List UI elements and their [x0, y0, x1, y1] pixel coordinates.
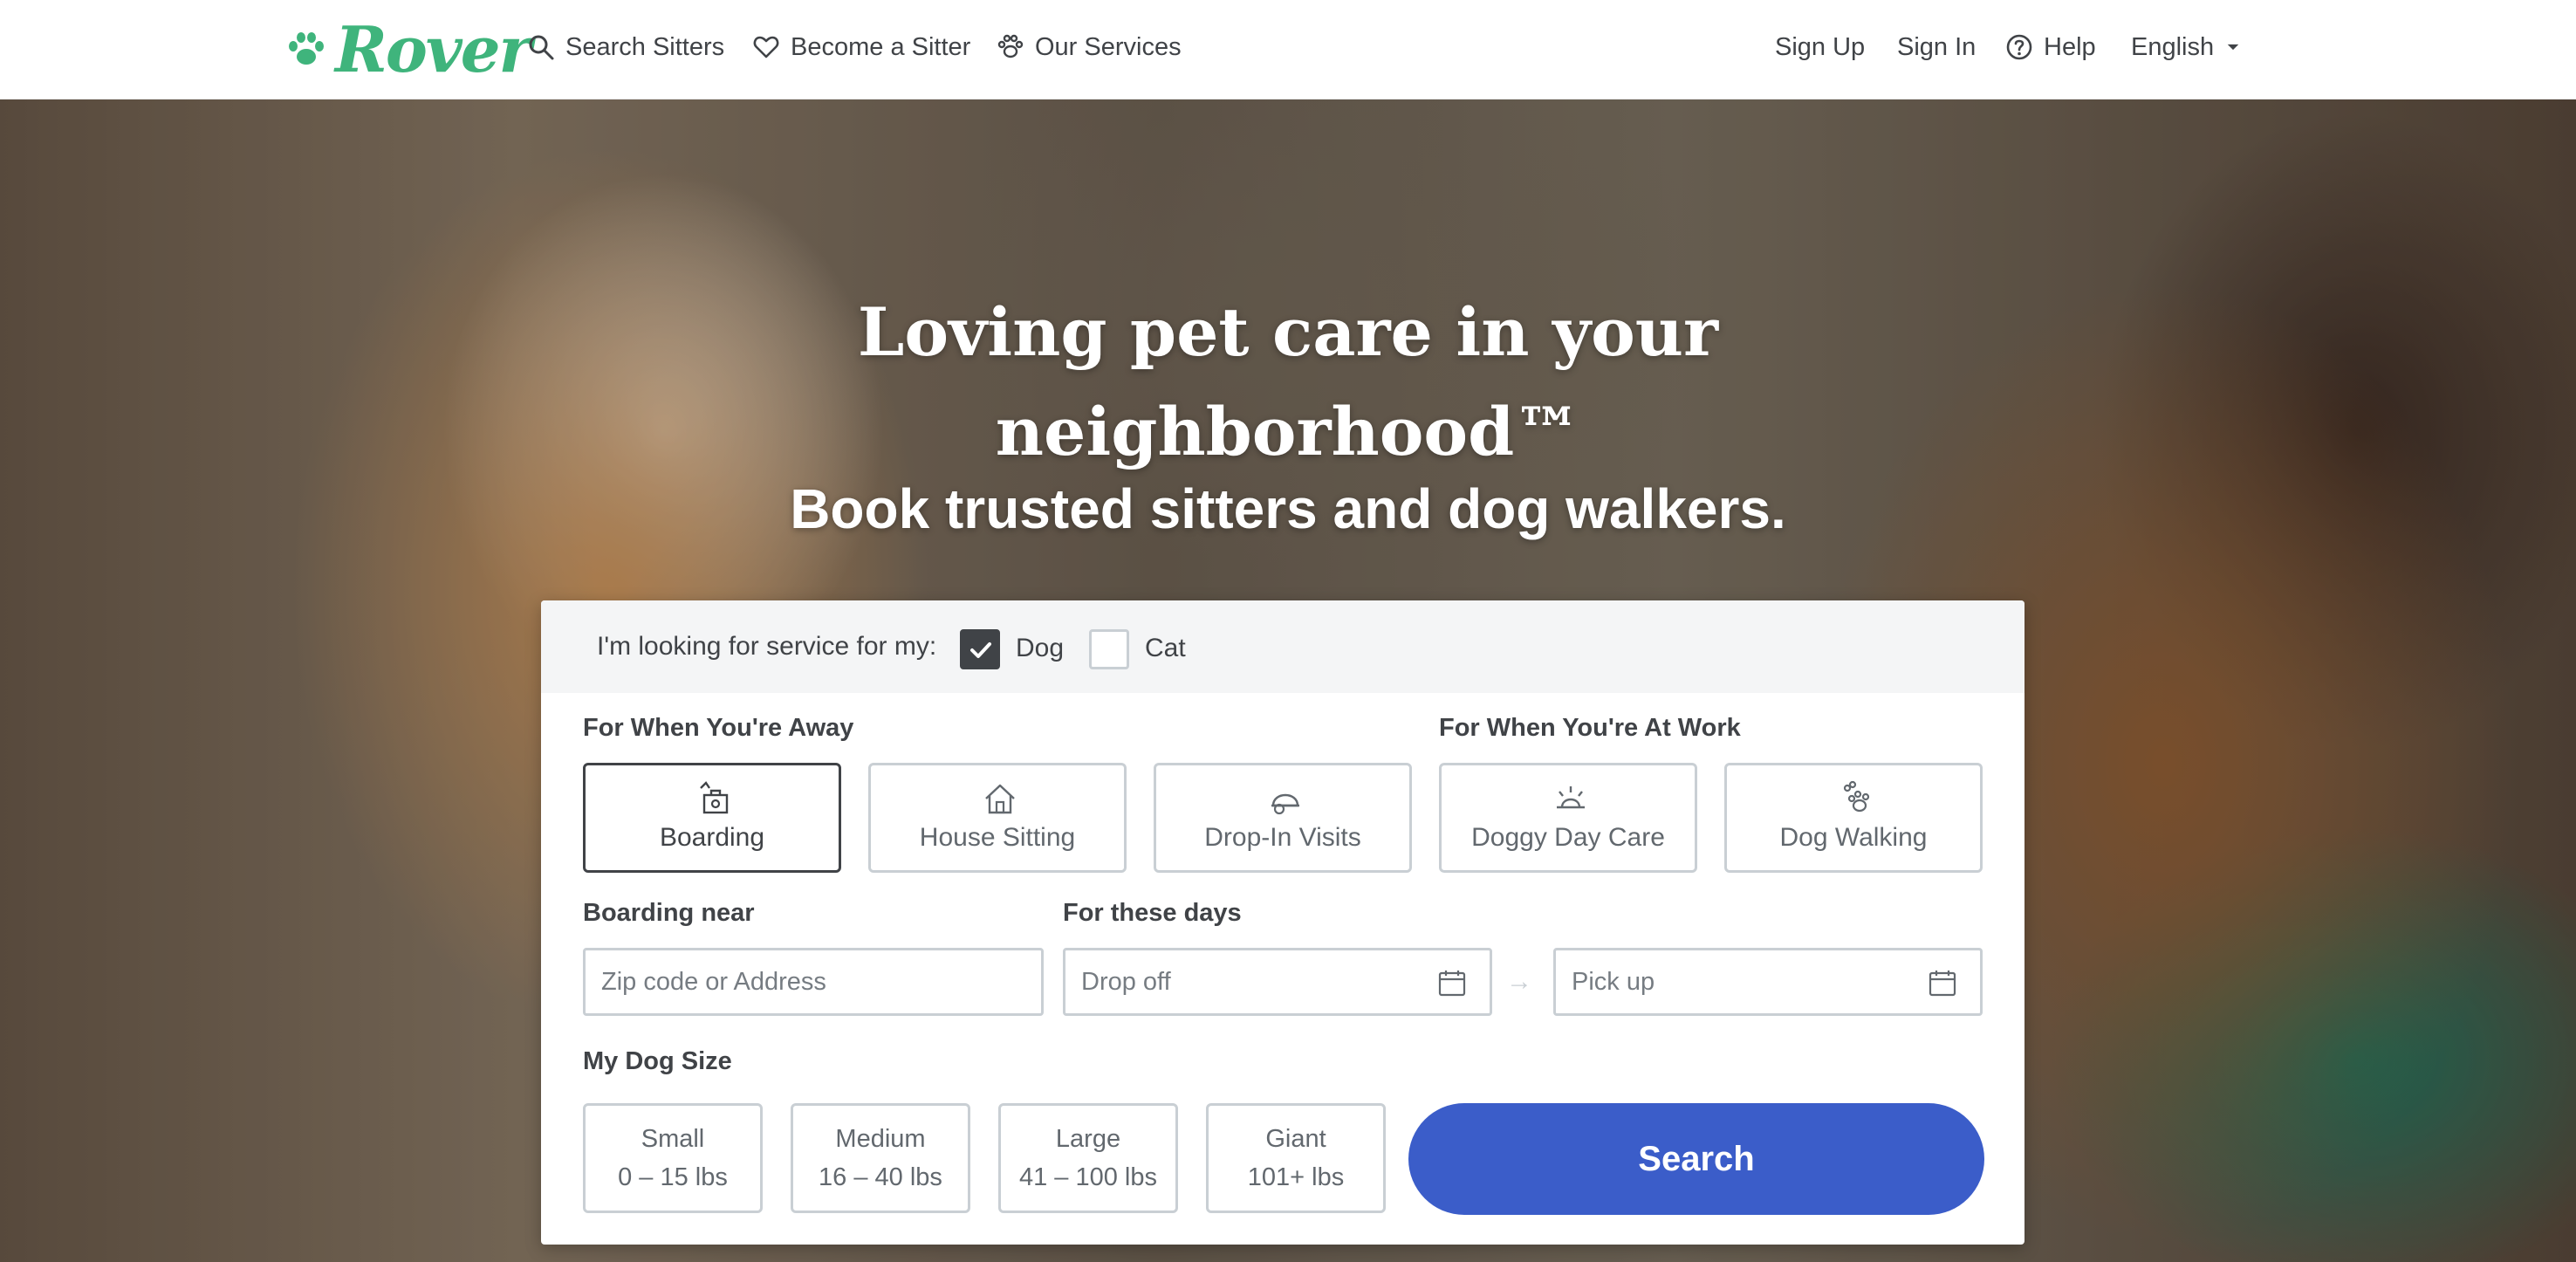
service-boarding[interactable]: Boarding: [583, 763, 841, 873]
rover-logo[interactable]: Rover: [286, 12, 531, 86]
nav-search-sitters-label: Search Sitters: [565, 32, 725, 61]
boarding-icon: [700, 781, 729, 814]
size-large[interactable]: Large 41 – 100 lbs: [998, 1103, 1178, 1213]
hero-title-line-1: Loving pet care in your: [857, 293, 1719, 371]
hero-title: Loving pet care in your neighborhood™: [0, 283, 2576, 482]
caret-down-icon: [2227, 44, 2239, 51]
dog-label[interactable]: Dog: [1016, 634, 1064, 663]
dropoff-input[interactable]: [1081, 950, 1435, 1013]
house-icon: [985, 784, 1015, 814]
help-icon: [2006, 34, 2032, 60]
size-giant-range: 101+ lbs: [1247, 1163, 1345, 1191]
size-giant[interactable]: Giant 101+ lbs: [1206, 1103, 1386, 1213]
size-large-name: Large: [1055, 1125, 1121, 1153]
nav-sign-up[interactable]: Sign Up: [1775, 28, 1865, 66]
paw-icon: [997, 34, 1024, 58]
date-range-arrow-icon: →: [1506, 967, 1532, 996]
search-button[interactable]: Search: [1408, 1103, 1984, 1215]
sun-icon: [1557, 786, 1585, 809]
dog-size-label: My Dog Size: [583, 1047, 732, 1075]
size-small[interactable]: Small 0 – 15 lbs: [583, 1103, 763, 1213]
nav-search-sitters[interactable]: Search Sitters: [527, 28, 724, 66]
cat-label[interactable]: Cat: [1145, 634, 1186, 663]
dog-checkbox[interactable]: [960, 629, 1000, 669]
size-large-range: 41 – 100 lbs: [1018, 1163, 1157, 1191]
top-navigation: Rover Search Sitters Become a Sitter Our…: [0, 0, 2576, 99]
service-drop-in-label: Drop-In Visits: [1204, 823, 1361, 852]
drop-in-icon: [1271, 793, 1299, 815]
search-card: I'm looking for service for my: Dog Cat …: [541, 600, 2024, 1245]
service-boarding-label: Boarding: [659, 823, 765, 852]
dates-label: For these days: [1063, 899, 1242, 927]
service-dog-walking-label: Dog Walking: [1779, 823, 1928, 852]
hero-subtitle: Book trusted sitters and dog walkers.: [790, 477, 1786, 540]
nav-become-sitter-label: Become a Sitter: [791, 32, 971, 61]
sign-in-label: Sign In: [1897, 32, 1977, 61]
location-field[interactable]: [583, 948, 1044, 1016]
dropoff-field[interactable]: [1063, 948, 1492, 1016]
nav-our-services[interactable]: Our Services: [997, 28, 1182, 66]
location-input[interactable]: [601, 950, 987, 1013]
service-dog-walking[interactable]: Dog Walking: [1724, 763, 1983, 873]
calendar-icon[interactable]: [1437, 968, 1467, 998]
sign-up-label: Sign Up: [1775, 32, 1866, 61]
cat-checkbox[interactable]: [1089, 629, 1129, 669]
size-medium-range: 16 – 40 lbs: [819, 1163, 942, 1191]
service-house-sitting-label: House Sitting: [919, 823, 1076, 852]
calendar-icon[interactable]: [1928, 968, 1957, 998]
heart-icon: [753, 36, 779, 58]
hero-title-line-2: neighborhood™: [995, 393, 1581, 470]
size-small-name: Small: [641, 1125, 705, 1153]
size-medium-name: Medium: [835, 1125, 926, 1153]
pickup-input[interactable]: [1572, 950, 1926, 1013]
search-icon: [529, 35, 554, 60]
service-drop-in-visits[interactable]: Drop-In Visits: [1154, 763, 1412, 873]
pet-type-bar: I'm looking for service for my: Dog Cat: [541, 600, 2024, 693]
away-section-label: For When You're Away: [583, 714, 854, 742]
location-label: Boarding near: [583, 899, 755, 927]
paw-logo-icon: [289, 32, 324, 65]
nav-become-sitter[interactable]: Become a Sitter: [752, 28, 970, 66]
nav-our-services-label: Our Services: [1035, 32, 1182, 61]
language-label: English: [2131, 32, 2215, 61]
pet-prompt: I'm looking for service for my:: [597, 632, 937, 661]
checkmark-icon: [970, 642, 991, 658]
size-medium[interactable]: Medium 16 – 40 lbs: [791, 1103, 970, 1213]
nav-sign-in[interactable]: Sign In: [1897, 28, 1976, 66]
nav-help[interactable]: Help: [2005, 28, 2096, 66]
service-house-sitting[interactable]: House Sitting: [868, 763, 1127, 873]
size-giant-name: Giant: [1265, 1125, 1326, 1153]
service-doggy-day-care[interactable]: Doggy Day Care: [1439, 763, 1697, 873]
service-day-care-label: Doggy Day Care: [1471, 823, 1665, 852]
pickup-field[interactable]: [1553, 948, 1983, 1016]
logo-wordmark: Rover: [335, 12, 531, 86]
language-selector[interactable]: English: [2131, 28, 2242, 66]
work-section-label: For When You're At Work: [1439, 714, 1741, 742]
help-label: Help: [2044, 32, 2096, 61]
size-small-range: 0 – 15 lbs: [618, 1163, 728, 1191]
paw-walking-icon: [1843, 780, 1870, 813]
